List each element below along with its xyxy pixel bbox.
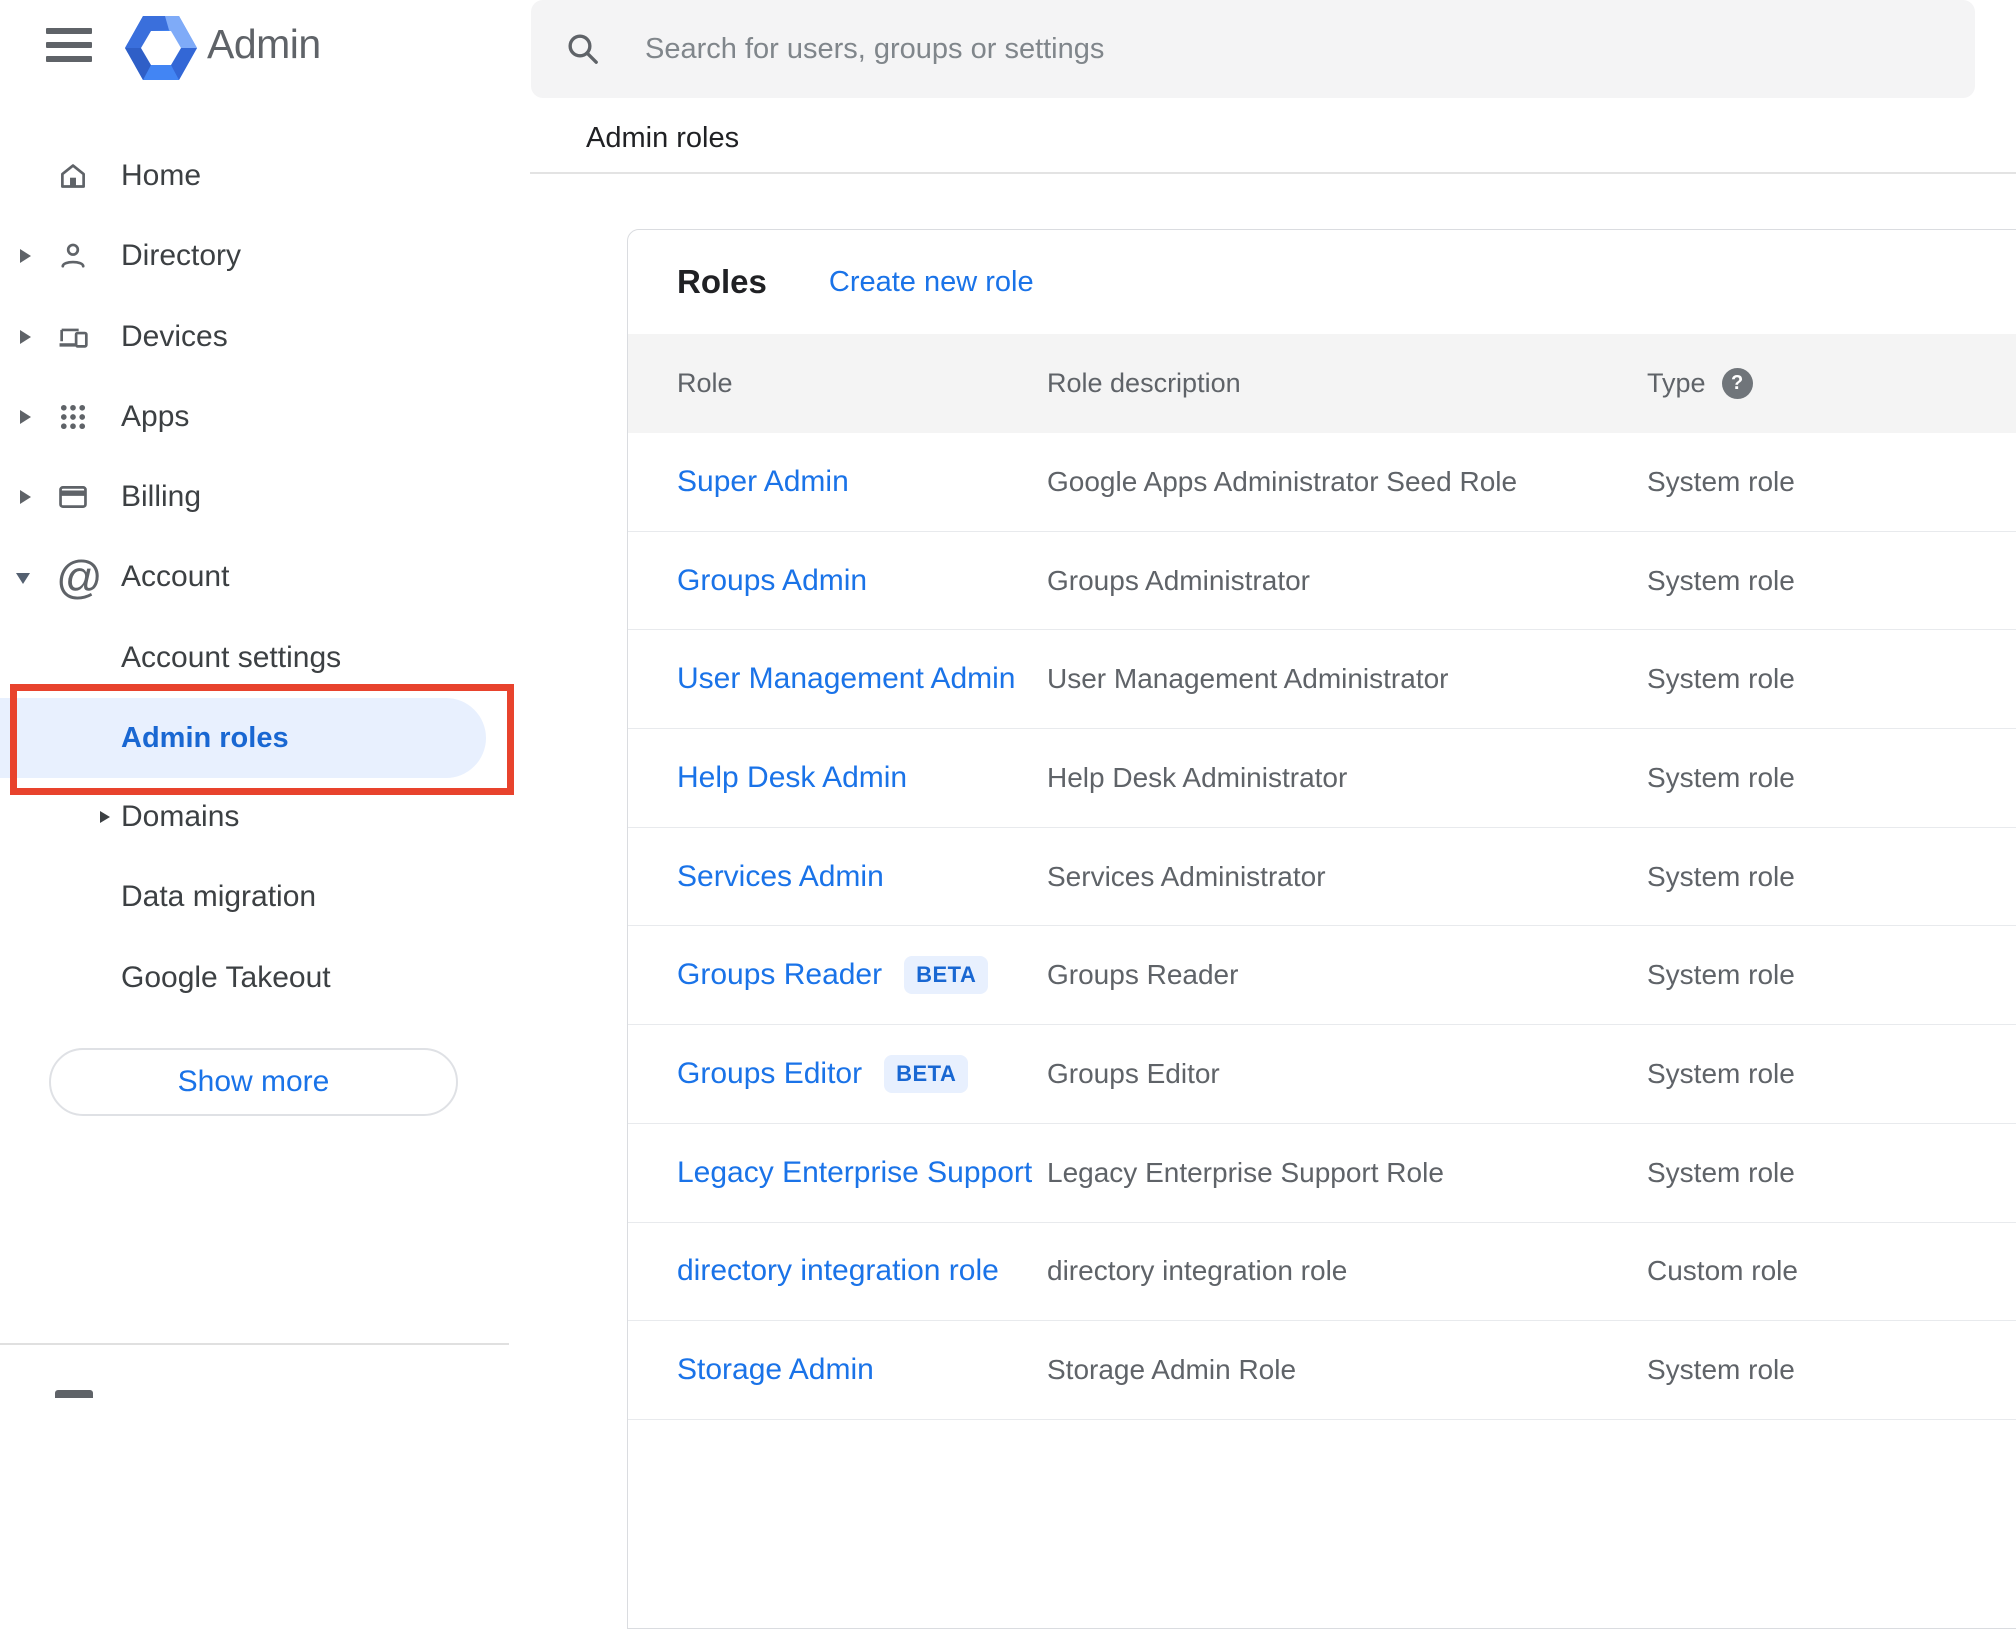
collapse-arrow-icon[interactable] [16, 573, 30, 584]
role-type: System role [1647, 465, 1795, 497]
beta-badge: BETA [884, 1054, 969, 1093]
role-link[interactable]: User Management Admin [677, 662, 1016, 696]
expand-arrow-icon[interactable] [20, 330, 31, 344]
role-description: Google Apps Administrator Seed Role [1047, 465, 1518, 497]
roles-card-header: Roles Create new role [628, 230, 2016, 334]
sidebar-item-label: Billing [121, 480, 202, 513]
role-link[interactable]: Legacy Enterprise Support [677, 1156, 1032, 1190]
table-row: Help Desk Admin Help Desk Administrator … [628, 729, 2016, 828]
role-type: System role [1647, 761, 1795, 793]
sidebar-item-data-migration[interactable]: Data migration [0, 857, 531, 937]
sidebar-item-directory[interactable]: Directory [0, 216, 531, 296]
column-header-type: Type ? [1647, 368, 2016, 399]
sidebar-item-label: Admin roles [121, 722, 289, 754]
column-header-description: Role description [1047, 368, 1241, 398]
table-row: Services Admin Services Administrator Sy… [628, 828, 2016, 927]
menu-hamburger-icon[interactable] [46, 28, 92, 62]
role-link[interactable]: Groups Reader [677, 958, 882, 992]
table-row: Storage Admin Storage Admin Role System … [628, 1321, 2016, 1420]
sidebar-item-billing[interactable]: Billing [0, 457, 531, 537]
sidebar-item-label: Devices [121, 320, 228, 353]
sidebar-item-account-settings[interactable]: Account settings [0, 618, 531, 698]
role-description: Legacy Enterprise Support Role [1047, 1156, 1444, 1188]
role-type: System role [1647, 663, 1795, 695]
role-link[interactable]: Groups Admin [677, 564, 867, 598]
role-description: Help Desk Administrator [1047, 761, 1348, 793]
expand-arrow-icon[interactable] [20, 410, 31, 424]
table-row: Groups Admin Groups Administrator System… [628, 532, 2016, 631]
table-row: Legacy Enterprise Support Legacy Enterpr… [628, 1124, 2016, 1223]
role-description: directory integration role [1047, 1255, 1348, 1287]
role-type: System role [1647, 1057, 1795, 1089]
partial-device-icon [55, 1390, 93, 1398]
credit-card-icon [59, 486, 87, 508]
apps-grid-icon [60, 404, 86, 430]
devices-icon [59, 328, 88, 348]
show-more-button[interactable]: Show more [49, 1048, 458, 1116]
header-divider [530, 172, 2016, 174]
beta-badge: BETA [904, 956, 989, 995]
card-title: Roles [677, 263, 767, 300]
role-link[interactable]: Help Desk Admin [677, 761, 907, 795]
role-link[interactable]: directory integration role [677, 1254, 999, 1288]
role-link[interactable]: Services Admin [677, 860, 884, 894]
role-type: System role [1647, 1354, 1795, 1386]
sidebar-item-apps[interactable]: Apps [0, 377, 531, 457]
sidebar-item-admin-roles[interactable]: Admin roles [0, 698, 486, 778]
role-description: Groups Editor [1047, 1057, 1220, 1089]
role-type: Custom role [1647, 1255, 1798, 1287]
expand-arrow-icon[interactable] [20, 490, 31, 504]
sidebar-item-label: Account [121, 560, 230, 593]
role-description: Services Administrator [1047, 860, 1326, 892]
roles-table-body: Super Admin Google Apps Administrator Se… [628, 433, 2016, 1420]
role-link[interactable]: Groups Editor [677, 1057, 862, 1091]
sidebar-item-label: Domains [121, 800, 240, 833]
role-link[interactable]: Storage Admin [677, 1353, 874, 1387]
role-description: Groups Reader [1047, 959, 1239, 991]
sidebar-item-devices[interactable]: Devices [0, 297, 531, 377]
sidebar-item-label: Directory [121, 239, 242, 272]
sidebar-item-label: Data migration [121, 880, 317, 913]
role-type: System role [1647, 564, 1795, 596]
table-row: directory integration role directory int… [628, 1223, 2016, 1322]
google-admin-logo-icon [125, 16, 197, 80]
sidebar-item-home[interactable]: Home [0, 136, 531, 216]
sidebar-item-label: Apps [121, 400, 190, 433]
role-description: Groups Administrator [1047, 564, 1310, 596]
sidebar-item-account[interactable]: @ Account [0, 537, 531, 617]
role-link[interactable]: Super Admin [677, 465, 849, 499]
home-icon [61, 164, 85, 188]
role-description: Storage Admin Role [1047, 1354, 1297, 1386]
search-icon [568, 34, 598, 64]
sidebar-item-domains[interactable]: Domains [0, 777, 531, 857]
person-icon [61, 243, 85, 268]
table-row: User Management Admin User Management Ad… [628, 630, 2016, 730]
role-type: System role [1647, 1156, 1795, 1188]
sidebar-item-label: Home [121, 159, 202, 192]
admin-console-page: { "colors": { "accent_blue": "#1a73e8", … [0, 0, 2016, 1629]
roles-card: Roles Create new role Role Role descript… [627, 229, 2016, 1629]
breadcrumb: Admin roles [586, 122, 740, 154]
sidebar-item-label: Account settings [121, 641, 342, 674]
table-row: Groups Editor BETA Groups Editor System … [628, 1025, 2016, 1124]
help-icon[interactable]: ? [1721, 368, 1753, 399]
column-header-role: Role [677, 368, 733, 398]
search-bar[interactable] [531, 0, 1975, 98]
role-type: System role [1647, 959, 1795, 991]
role-type: System role [1647, 860, 1795, 892]
expand-arrow-icon[interactable] [100, 811, 110, 823]
table-row: Groups Reader BETA Groups Reader System … [628, 926, 2016, 1026]
app-title: Admin [207, 21, 321, 67]
expand-arrow-icon[interactable] [20, 249, 31, 263]
table-header-row: Role Role description Type ? [628, 334, 2016, 433]
role-description: User Management Administrator [1047, 663, 1449, 695]
table-row: Super Admin Google Apps Administrator Se… [628, 433, 2016, 532]
search-input[interactable] [643, 31, 1945, 67]
create-new-role-link[interactable]: Create new role [829, 266, 1034, 299]
at-sign-icon: @ [56, 551, 103, 603]
sidebar-divider [0, 1343, 509, 1345]
sidebar-item-label: Google Takeout [121, 961, 331, 994]
sidebar-item-google-takeout[interactable]: Google Takeout [0, 938, 531, 1018]
